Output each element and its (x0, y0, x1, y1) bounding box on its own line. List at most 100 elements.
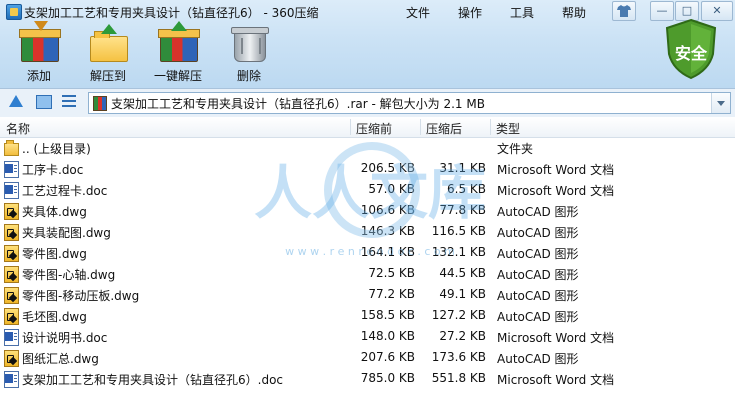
file-name: 支架加工工艺和专用夹具设计（钻直径孔6）.doc (22, 373, 284, 387)
dwg-file-icon (4, 245, 19, 262)
file-original-size: 31.1 KB (439, 161, 486, 175)
thumbnail-view-icon[interactable] (36, 95, 52, 109)
dwg-file-icon (4, 203, 19, 220)
address-row: 支架加工工艺和专用夹具设计（钻直径孔6）.rar - 解包大小为 2.1 MB (0, 88, 735, 118)
file-type: AutoCAD 图形 (497, 247, 579, 261)
file-compressed-size: 106.6 KB (360, 203, 415, 217)
file-type: AutoCAD 图形 (497, 352, 579, 366)
file-type: Microsoft Word 文档 (497, 373, 615, 387)
file-type: AutoCAD 图形 (497, 226, 579, 240)
file-original-size: 77.8 KB (439, 203, 486, 217)
dwg-file-icon (4, 308, 19, 325)
folder-extract-icon (90, 24, 128, 62)
file-type: Microsoft Word 文档 (497, 331, 615, 345)
word-doc-icon (4, 182, 19, 199)
security-label: 安全 (674, 44, 707, 63)
file-type: Microsoft Word 文档 (497, 163, 615, 177)
file-type: 文件夹 (497, 142, 534, 156)
file-type: AutoCAD 图形 (497, 268, 579, 282)
file-name: 工艺过程卡.doc (22, 184, 108, 198)
file-name: 设计说明书.doc (22, 331, 108, 345)
file-compressed-size: 206.5 KB (360, 161, 415, 175)
archive-extract-icon (158, 21, 200, 62)
file-row[interactable]: 工序卡.doc 206.5 KB 31.1 KB Microsoft Word 文档 (0, 158, 735, 179)
file-original-size: 49.1 KB (439, 287, 486, 301)
file-compressed-size: 57.0 KB (368, 182, 415, 196)
file-compressed-size: 158.5 KB (360, 308, 415, 322)
list-view-icon[interactable] (62, 95, 76, 108)
one-click-extract-button[interactable]: 一键解压 (143, 21, 213, 86)
file-row[interactable]: 夹具体.dwg 106.6 KB 77.8 KB AutoCAD 图形 (0, 200, 735, 221)
file-list: .. (上级目录) 文件夹工序卡.doc 206.5 KB 31.1 KB Micros… (0, 137, 735, 417)
column-compressed[interactable]: 压缩前 (356, 120, 392, 137)
add-button[interactable]: 添加 (4, 21, 74, 86)
trash-icon (231, 27, 269, 62)
add-label: 添加 (26, 69, 51, 83)
file-original-size: 551.8 KB (431, 371, 486, 385)
file-name: 夹具体.dwg (22, 205, 87, 219)
file-original-size: 6.5 KB (447, 182, 486, 196)
file-row[interactable]: .. (上级目录) 文件夹 (0, 137, 735, 158)
dwg-file-icon (4, 224, 19, 241)
file-compressed-size: 146.3 KB (360, 224, 415, 238)
menu-help[interactable]: 帮助 (562, 4, 586, 21)
file-row[interactable]: 零件图.dwg 164.1 KB 132.1 KB AutoCAD 图形 (0, 242, 735, 263)
window-title: 支架加工工艺和专用夹具设计（钻直径孔6） - 360压缩 (24, 6, 319, 20)
file-name: .. (上级目录) (22, 142, 91, 156)
file-row[interactable]: 支架加工工艺和专用夹具设计（钻直径孔6）.doc 785.0 KB 551.8 KB… (0, 368, 735, 389)
column-type[interactable]: 类型 (496, 120, 520, 137)
shirt-icon (617, 5, 631, 17)
menu-file[interactable]: 文件 (406, 4, 430, 21)
file-name: 零件图.dwg (22, 247, 87, 261)
word-doc-icon (4, 161, 19, 178)
file-original-size: 132.1 KB (431, 245, 486, 259)
file-name: 夹具装配图.dwg (22, 226, 111, 240)
file-row[interactable]: 图纸汇总.dwg 207.6 KB 173.6 KB AutoCAD 图形 (0, 347, 735, 368)
extract-to-label: 解压到 (89, 69, 126, 83)
word-doc-icon (4, 371, 19, 388)
file-compressed-size: 785.0 KB (360, 371, 415, 385)
file-compressed-size: 72.5 KB (368, 266, 415, 280)
file-type: Microsoft Word 文档 (497, 184, 615, 198)
title-toolbar-area: 支架加工工艺和专用夹具设计（钻直径孔6） - 360压缩 文件 操作 工具 帮助… (0, 0, 735, 88)
file-name: 零件图-心轴.dwg (22, 268, 116, 282)
file-original-size: 173.6 KB (431, 350, 486, 364)
file-row[interactable]: 工艺过程卡.doc 57.0 KB 6.5 KB Microsoft Word 文档 (0, 179, 735, 200)
file-type: AutoCAD 图形 (497, 205, 579, 219)
dwg-file-icon (4, 350, 19, 367)
security-shield[interactable]: 安全 (663, 18, 719, 80)
file-original-size: 127.2 KB (431, 308, 486, 322)
file-row[interactable]: 设计说明书.doc 148.0 KB 27.2 KB Microsoft Word 文… (0, 326, 735, 347)
file-compressed-size: 164.1 KB (360, 245, 415, 259)
up-level-icon[interactable] (9, 95, 23, 107)
column-original[interactable]: 压缩后 (426, 120, 462, 137)
app-logo-icon (6, 4, 22, 20)
menu-operate[interactable]: 操作 (458, 4, 482, 21)
file-name: 毛坯图.dwg (22, 310, 87, 324)
menu-tools[interactable]: 工具 (510, 4, 534, 21)
file-compressed-size: 207.6 KB (360, 350, 415, 364)
file-row[interactable]: 夹具装配图.dwg 146.3 KB 116.5 KB AutoCAD 图形 (0, 221, 735, 242)
file-row[interactable]: 零件图-心轴.dwg 72.5 KB 44.5 KB AutoCAD 图形 (0, 263, 735, 284)
file-compressed-size: 148.0 KB (360, 329, 415, 343)
file-type: AutoCAD 图形 (497, 289, 579, 303)
file-row[interactable]: 零件图-移动压板.dwg 77.2 KB 49.1 KB AutoCAD 图形 (0, 284, 735, 305)
address-bar[interactable]: 支架加工工艺和专用夹具设计（钻直径孔6）.rar - 解包大小为 2.1 MB (88, 92, 731, 114)
file-compressed-size: 77.2 KB (368, 287, 415, 301)
archive-icon (93, 96, 107, 111)
file-row[interactable]: 毛坯图.dwg 158.5 KB 127.2 KB AutoCAD 图形 (0, 305, 735, 326)
one-click-extract-label: 一键解压 (153, 69, 202, 83)
dwg-file-icon (4, 287, 19, 304)
file-name: 工序卡.doc (22, 163, 84, 177)
file-original-size: 44.5 KB (439, 266, 486, 280)
file-name: 图纸汇总.dwg (22, 352, 99, 366)
address-dropdown-button[interactable] (711, 93, 730, 113)
delete-label: 删除 (236, 69, 261, 83)
column-name[interactable]: 名称 (6, 120, 30, 137)
delete-button[interactable]: 删除 (214, 24, 284, 86)
skin-button[interactable] (612, 1, 636, 21)
word-doc-icon (4, 329, 19, 346)
file-original-size: 116.5 KB (431, 224, 486, 238)
file-list-header: 名称 压缩前 压缩后 类型 (0, 117, 735, 138)
extract-to-button[interactable]: 解压到 (73, 24, 143, 86)
